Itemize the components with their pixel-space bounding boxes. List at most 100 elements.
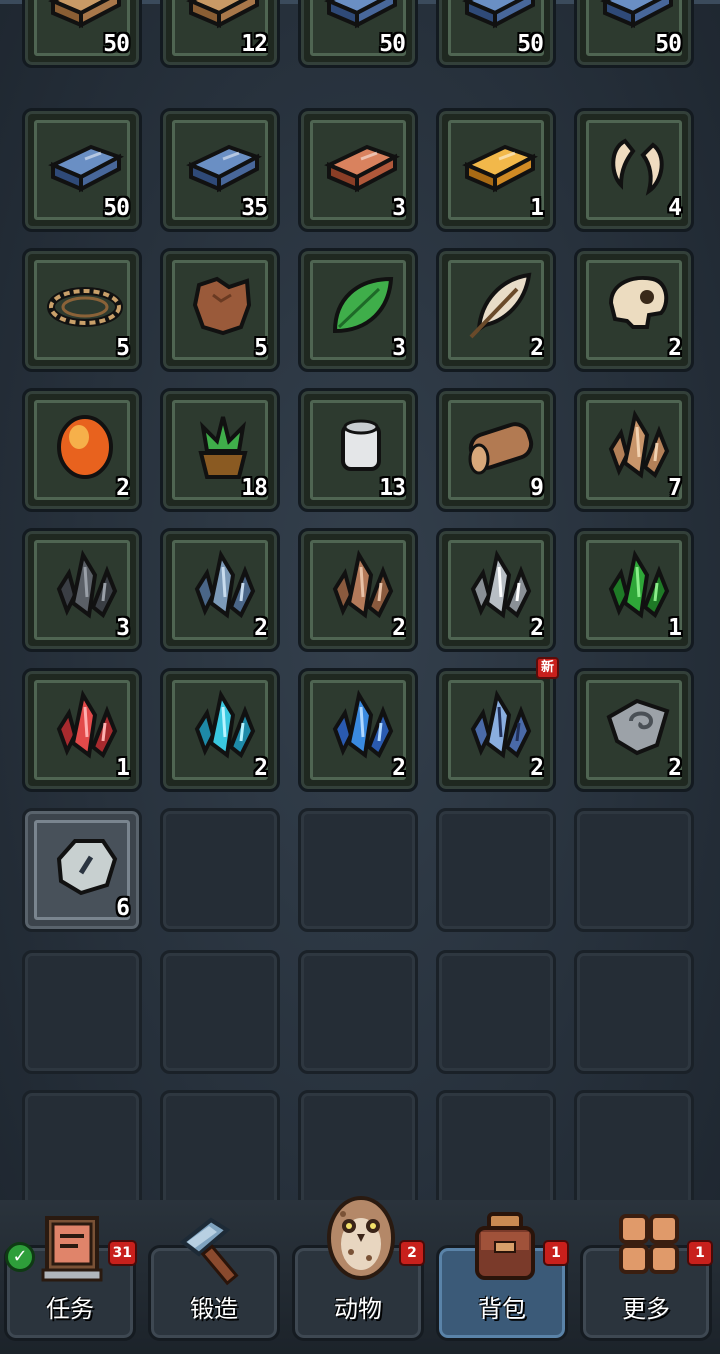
inventory-slot-empty[interactable] bbox=[298, 808, 418, 932]
inventory-grid: 50 12 50 50 50 50 35 3 1 4 5 5 3 2 2 2 1… bbox=[0, 0, 720, 1200]
inventory-slot-tan-crystal[interactable]: 7 bbox=[574, 388, 694, 512]
inventory-slot-empty[interactable] bbox=[436, 950, 556, 1074]
item-count: 50 bbox=[517, 31, 544, 57]
nav-tasks-label: 任务 bbox=[46, 1295, 94, 1323]
inventory-slot-cyan-crystal[interactable]: 2 bbox=[160, 668, 280, 792]
gold-ingot-icon bbox=[459, 125, 539, 205]
inventory-slot-iron-ingot[interactable]: 50 bbox=[436, 0, 556, 68]
item-count: 6 bbox=[116, 895, 130, 921]
item-count: 9 bbox=[530, 475, 544, 501]
item-count: 1 bbox=[668, 615, 682, 641]
inventory-slot-silver-crystal[interactable]: 2 bbox=[436, 528, 556, 652]
task-board-icon bbox=[33, 1208, 113, 1288]
stone-rune-icon bbox=[597, 685, 677, 765]
grid-icon bbox=[609, 1208, 689, 1288]
item-count: 50 bbox=[379, 31, 406, 57]
rune-crystal-icon bbox=[459, 685, 539, 765]
inventory-slot-empty[interactable] bbox=[574, 950, 694, 1074]
item-count: 3 bbox=[392, 335, 406, 361]
nav-animals[interactable]: 2 动物 bbox=[292, 1196, 425, 1341]
item-count: 2 bbox=[668, 755, 682, 781]
red-crystal-icon bbox=[45, 685, 125, 765]
inventory-slot-feather[interactable]: 2 bbox=[436, 248, 556, 372]
leather-hide-icon bbox=[183, 265, 263, 345]
inventory-slot-green-crystal[interactable]: 1 bbox=[574, 528, 694, 652]
inventory-slot-dark-crystal[interactable]: 3 bbox=[22, 528, 142, 652]
item-count: 2 bbox=[530, 615, 544, 641]
inventory-slot-blue-crystal[interactable]: 2 bbox=[298, 668, 418, 792]
inventory-slot-empty[interactable] bbox=[436, 1090, 556, 1200]
inventory-slot-fang[interactable]: 4 bbox=[574, 108, 694, 232]
silver-crystal-icon bbox=[459, 545, 539, 625]
cyan-crystal-icon bbox=[183, 685, 263, 765]
nav-more-label: 更多 bbox=[622, 1295, 670, 1323]
inventory-slot-empty[interactable] bbox=[298, 950, 418, 1074]
inventory-slot-gold-ingot[interactable]: 1 bbox=[436, 108, 556, 232]
inventory-slot-thread-spool[interactable]: 13 bbox=[298, 388, 418, 512]
nav-backpack-label: 背包 bbox=[478, 1295, 526, 1323]
inventory-slot-red-crystal[interactable]: 1 bbox=[22, 668, 142, 792]
animals-badge: 2 bbox=[399, 1240, 425, 1266]
inventory-slot-empty[interactable] bbox=[22, 950, 142, 1074]
nav-tasks[interactable]: ✓ 31 任务 bbox=[4, 1216, 137, 1341]
item-count: 13 bbox=[379, 475, 406, 501]
inventory-slot-leather-hide[interactable]: 5 bbox=[160, 248, 280, 372]
iron-ingot-icon bbox=[45, 125, 125, 205]
thread-spool-icon bbox=[321, 405, 401, 485]
item-count: 50 bbox=[655, 31, 682, 57]
inventory-slot-potted-plant[interactable]: 18 bbox=[160, 388, 280, 512]
nav-forge-label: 锻造 bbox=[190, 1295, 238, 1323]
gray-stone-icon bbox=[45, 825, 125, 905]
item-count: 35 bbox=[241, 195, 268, 221]
inventory-slot-empty[interactable] bbox=[574, 1090, 694, 1200]
nav-more[interactable]: 1 更多 bbox=[580, 1214, 713, 1341]
inventory-slot-rope-coil[interactable]: 5 bbox=[22, 248, 142, 372]
potted-plant-icon bbox=[183, 405, 263, 485]
item-count: 2 bbox=[254, 615, 268, 641]
item-count: 12 bbox=[241, 31, 268, 57]
inventory-slot-empty[interactable] bbox=[22, 1090, 142, 1200]
inventory-slot-gray-stone[interactable]: 6 bbox=[22, 808, 142, 932]
copper-ingot-icon bbox=[321, 125, 401, 205]
item-count: 2 bbox=[392, 615, 406, 641]
dark-crystal-icon bbox=[45, 545, 125, 625]
backpack-icon bbox=[465, 1208, 545, 1288]
inventory-slot-empty[interactable] bbox=[436, 808, 556, 932]
new-badge: 新 bbox=[535, 657, 559, 679]
nav-backpack[interactable]: 1 背包 bbox=[436, 1212, 569, 1341]
inventory-slot-iron-ingot[interactable]: 50 bbox=[574, 0, 694, 68]
inventory-slot-iron-ingot[interactable]: 35 bbox=[160, 108, 280, 232]
inventory-slot-copper-ingot[interactable]: 3 bbox=[298, 108, 418, 232]
amber-gem-icon bbox=[45, 405, 125, 485]
inventory-slot-rune-crystal[interactable]: 2新 bbox=[436, 657, 559, 792]
item-count: 2 bbox=[530, 335, 544, 361]
inventory-slot-iron-ingot[interactable]: 50 bbox=[298, 0, 418, 68]
item-count: 50 bbox=[103, 31, 130, 57]
inventory-slot-empty[interactable] bbox=[160, 1090, 280, 1200]
inventory-slot-empty[interactable] bbox=[574, 808, 694, 932]
inventory-slot-wood-plank[interactable]: 12 bbox=[160, 0, 280, 68]
inventory-slot-empty[interactable] bbox=[298, 1090, 418, 1200]
hammer-icon bbox=[177, 1208, 257, 1288]
inventory-slot-empty[interactable] bbox=[160, 950, 280, 1074]
blue-crystal-icon bbox=[321, 685, 401, 765]
inventory-slot-skull[interactable]: 2 bbox=[574, 248, 694, 372]
inventory-slot-iron-ingot[interactable]: 50 bbox=[22, 108, 142, 232]
more-badge: 1 bbox=[687, 1240, 713, 1266]
item-count: 2 bbox=[668, 335, 682, 361]
item-count: 2 bbox=[392, 755, 406, 781]
iron-ingot-icon bbox=[183, 125, 263, 205]
inventory-slot-blue-gray-crystal[interactable]: 2 bbox=[160, 528, 280, 652]
item-count: 2 bbox=[116, 475, 130, 501]
inventory-slot-brown-crystal[interactable]: 2 bbox=[298, 528, 418, 652]
owl-icon bbox=[321, 1190, 401, 1280]
item-count: 7 bbox=[668, 475, 682, 501]
inventory-slot-amber-gem[interactable]: 2 bbox=[22, 388, 142, 512]
nav-forge[interactable]: 锻造 bbox=[148, 1217, 280, 1341]
item-count: 5 bbox=[116, 335, 130, 361]
inventory-slot-empty[interactable] bbox=[160, 808, 280, 932]
inventory-slot-green-leaf[interactable]: 3 bbox=[298, 248, 418, 372]
inventory-slot-log[interactable]: 9 bbox=[436, 388, 556, 512]
inventory-slot-wood-plank[interactable]: 50 bbox=[22, 0, 142, 68]
inventory-slot-stone-rune[interactable]: 2 bbox=[574, 668, 694, 792]
